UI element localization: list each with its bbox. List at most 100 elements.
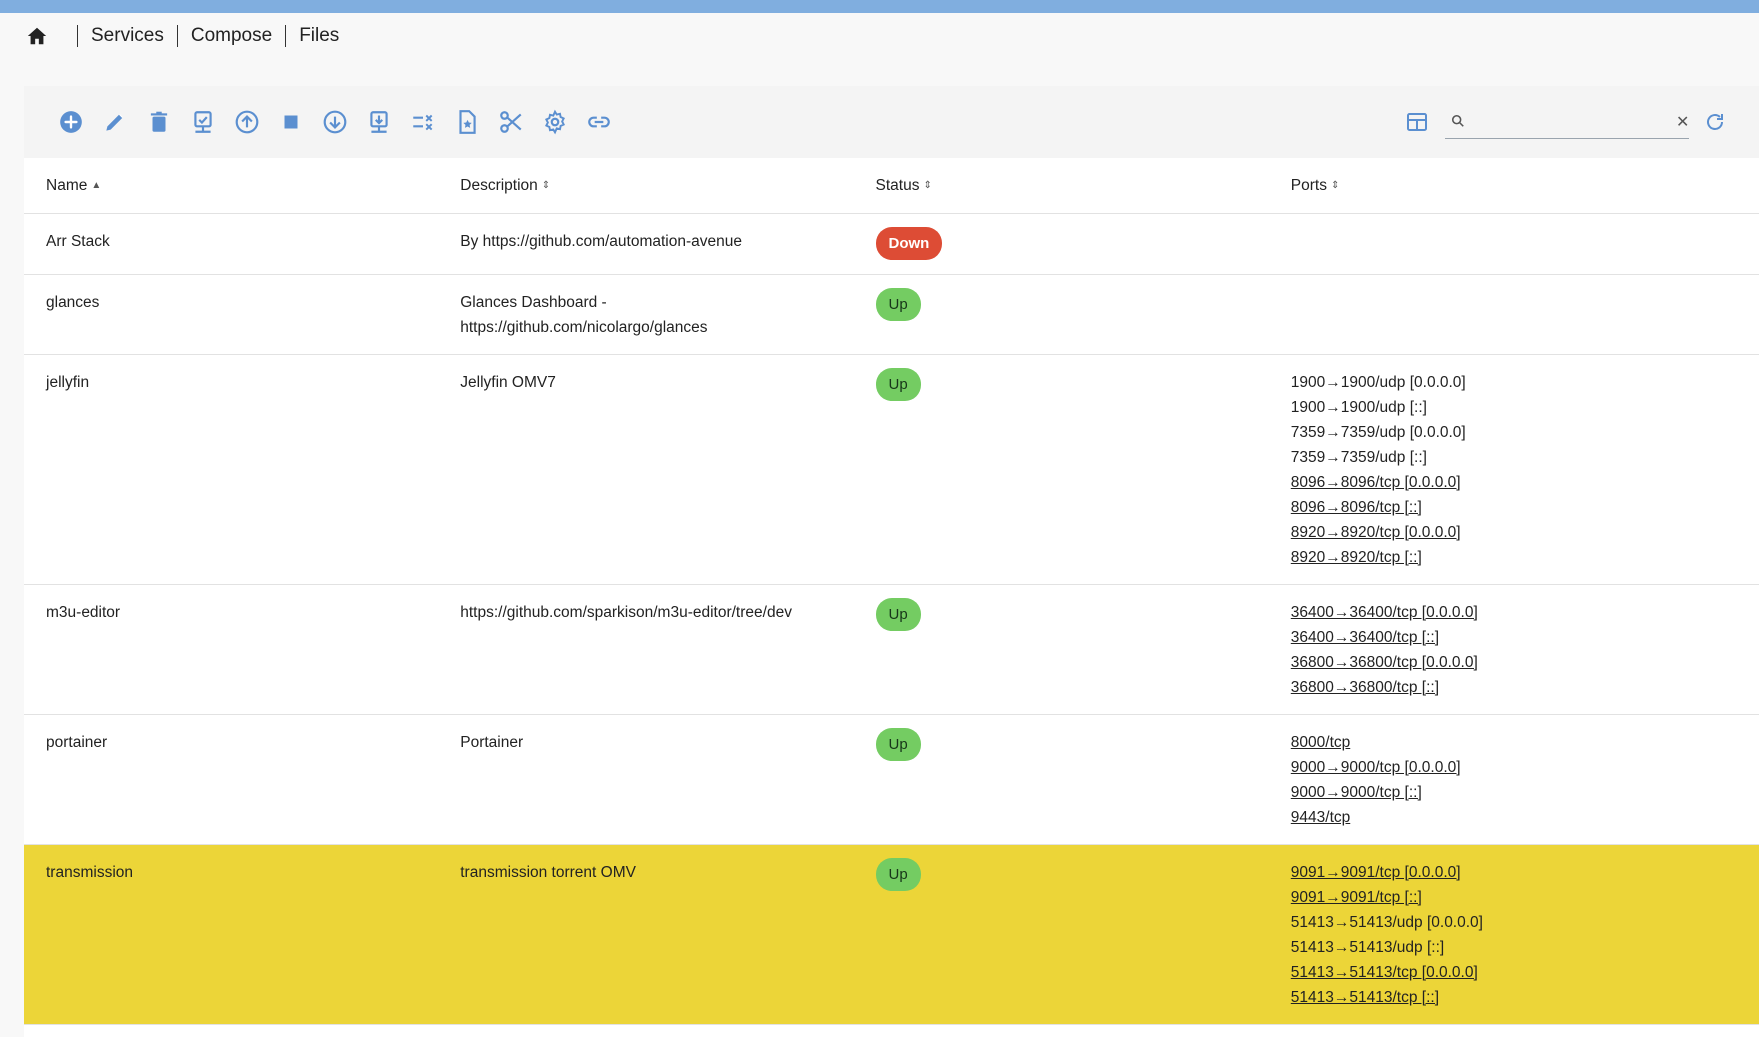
home-icon[interactable] xyxy=(26,24,50,48)
cell-description: Glances Dashboard - https://github.com/n… xyxy=(438,274,854,355)
port-item: 51413→51413/udp [0.0.0.0] xyxy=(1290,914,1483,931)
table-row[interactable]: portainer Portainer Up 8000/tcp 9000→900… xyxy=(24,714,1759,845)
sort-icon: ⇕ xyxy=(923,179,932,191)
cut-icon xyxy=(500,111,522,133)
port-link[interactable]: 36400→36400/tcp [0.0.0.0] xyxy=(1291,600,1759,625)
refresh-button[interactable] xyxy=(1697,100,1733,144)
port-link[interactable]: 8096→8096/tcp [::] xyxy=(1291,495,1759,520)
table-header-row: Name ▲ Description ⇕ Status ⇕ Ports ⇕ xyxy=(24,158,1759,214)
cell-description: https://github.com/sparkison/m3u-editor/… xyxy=(438,584,854,715)
column-header-label: Name xyxy=(46,176,88,194)
description-text: Glances Dashboard - https://github.com/n… xyxy=(460,294,708,336)
port-link[interactable]: 51413→51413/tcp [0.0.0.0] xyxy=(1291,960,1759,985)
status-badge: Up xyxy=(875,368,921,401)
table-row-selected[interactable]: transmission transmission torrent OMV Up… xyxy=(24,844,1759,1025)
toolbar-right: ✕ xyxy=(1399,100,1733,144)
edit-button[interactable] xyxy=(93,100,137,144)
port-link[interactable]: 8920→8920/tcp [::] xyxy=(1291,545,1759,570)
port-link[interactable]: 8096→8096/tcp [0.0.0.0] xyxy=(1291,470,1759,495)
port-link[interactable]: 51413→51413/tcp [::] xyxy=(1291,985,1759,1010)
status-badge: Up xyxy=(875,728,921,761)
cell-status: Down xyxy=(853,213,1269,275)
table-row[interactable]: jellyfin Jellyfin OMV7 Up 1900→1900/udp … xyxy=(24,354,1759,585)
sort-icon: ⇕ xyxy=(541,179,551,191)
port-link[interactable]: 8920→8920/tcp [0.0.0.0] xyxy=(1291,520,1759,545)
add-button[interactable] xyxy=(49,100,93,144)
cell-name: transmission xyxy=(24,844,439,1025)
cell-description: Portainer xyxy=(438,714,854,845)
clear-search-icon[interactable]: ✕ xyxy=(1676,112,1689,132)
cell-description: transmission torrent OMV xyxy=(438,844,854,1025)
settings-button[interactable] xyxy=(533,100,577,144)
column-header-ports[interactable]: Ports ⇕ xyxy=(1268,158,1759,214)
port-link[interactable]: 9091→9091/tcp [::] xyxy=(1291,885,1759,910)
cell-ports: 9091→9091/tcp [0.0.0.0] 9091→9091/tcp [:… xyxy=(1268,844,1759,1025)
cell-status: Up xyxy=(853,844,1269,1025)
port-link[interactable]: 36800→36800/tcp [0.0.0.0] xyxy=(1291,650,1759,675)
breadcrumb-separator xyxy=(176,25,178,47)
check-button[interactable] xyxy=(181,100,225,144)
up-icon xyxy=(235,110,259,134)
status-badge: Up xyxy=(875,598,921,631)
pull-icon xyxy=(370,111,388,133)
stop-icon xyxy=(284,115,298,129)
status-badge: Down xyxy=(875,227,943,260)
search-box: ✕ xyxy=(1445,106,1689,139)
cell-name: m3u-editor xyxy=(24,584,439,715)
port-link[interactable]: 36400→36400/tcp [::] xyxy=(1291,625,1759,650)
refresh-icon xyxy=(1707,114,1723,130)
breadcrumb-compose[interactable]: Compose xyxy=(191,25,272,47)
port-link[interactable]: 8000/tcp xyxy=(1291,730,1759,755)
search-icon xyxy=(1451,114,1465,130)
cell-name: glances xyxy=(24,274,439,355)
link-button[interactable] xyxy=(577,100,621,144)
gear-icon xyxy=(545,109,565,135)
clean-icon xyxy=(413,114,433,131)
port-link[interactable]: 9443/tcp xyxy=(1291,805,1759,830)
up-button[interactable] xyxy=(225,100,269,144)
down-button[interactable] xyxy=(313,100,357,144)
column-header-label: Status xyxy=(875,176,920,194)
link-icon xyxy=(588,116,610,128)
cell-ports: 8000/tcp 9000→9000/tcp [0.0.0.0] 9000→90… xyxy=(1268,714,1759,845)
edit-icon xyxy=(106,114,123,131)
table-view-button[interactable] xyxy=(1399,100,1435,144)
table-row[interactable]: glances Glances Dashboard - https://gith… xyxy=(24,274,1759,355)
column-header-description[interactable]: Description ⇕ xyxy=(438,158,854,214)
column-header-name[interactable]: Name ▲ xyxy=(24,158,439,214)
breadcrumb-services[interactable]: Services xyxy=(91,25,164,47)
file-button[interactable] xyxy=(445,100,489,144)
breadcrumb-separator xyxy=(285,25,287,47)
cell-description: By https://github.com/automation-avenue xyxy=(438,213,854,275)
table-row[interactable]: m3u-editor https://github.com/sparkison/… xyxy=(24,584,1759,715)
search-input[interactable] xyxy=(1473,112,1676,131)
breadcrumb-files[interactable]: Files xyxy=(299,25,339,47)
stop-button[interactable] xyxy=(269,100,313,144)
cell-ports xyxy=(1268,213,1759,275)
cut-button[interactable] xyxy=(489,100,533,144)
delete-icon xyxy=(150,111,168,132)
column-header-status[interactable]: Status ⇕ xyxy=(853,158,1269,214)
cell-description: Jellyfin OMV7 xyxy=(438,354,854,585)
port-link[interactable]: 9000→9000/tcp [0.0.0.0] xyxy=(1291,755,1759,780)
port-link[interactable]: 36800→36800/tcp [::] xyxy=(1291,675,1759,700)
port-item: 51413→51413/udp [::] xyxy=(1290,939,1445,956)
cell-ports: 36400→36400/tcp [0.0.0.0] 36400→36400/tc… xyxy=(1268,584,1759,715)
cell-status: Up xyxy=(853,714,1269,845)
table-row[interactable]: Arr Stack By https://github.com/automati… xyxy=(24,213,1759,275)
compose-files-panel: ✕ Name ▲ Description ⇕ Status ⇕ Ports ⇕ Arr … xyxy=(24,86,1759,1037)
breadcrumb-separator xyxy=(77,25,78,47)
cell-name: Arr Stack xyxy=(24,213,439,275)
clean-button[interactable] xyxy=(401,100,445,144)
port-link[interactable]: 9091→9091/tcp [0.0.0.0] xyxy=(1291,860,1759,885)
cell-ports xyxy=(1268,274,1759,355)
pull-button[interactable] xyxy=(357,100,401,144)
down-icon xyxy=(323,110,347,134)
delete-button[interactable] xyxy=(137,100,181,144)
column-header-label: Description xyxy=(460,176,538,194)
top-accent-bar xyxy=(0,0,1759,13)
status-badge: Up xyxy=(875,858,921,891)
cell-name: portainer xyxy=(24,714,439,845)
sort-asc-icon: ▲ xyxy=(91,179,102,191)
port-link[interactable]: 9000→9000/tcp [::] xyxy=(1291,780,1759,805)
